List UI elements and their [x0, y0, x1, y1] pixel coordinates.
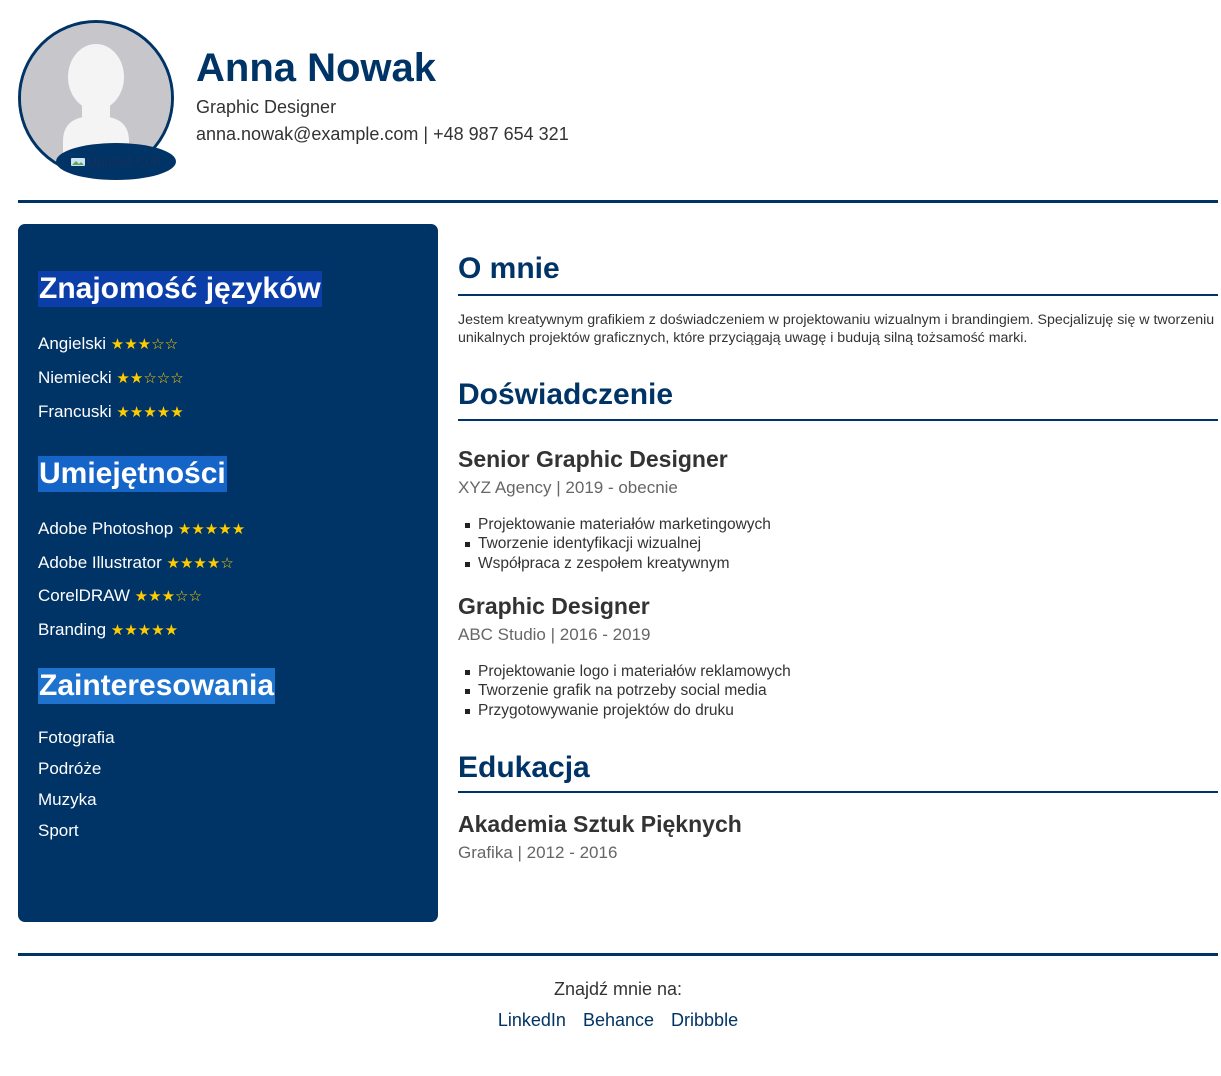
interests-heading: Zainteresowania [38, 668, 276, 704]
candidate-name: Anna Nowak [196, 46, 437, 90]
section-divider [458, 791, 1218, 793]
languages-heading: Znajomość języków [38, 271, 322, 307]
rating-stars: ★★★★★ [177, 521, 246, 538]
skill-item: CorelDRAW ★★★☆☆ [38, 586, 202, 605]
about-text: Jestem kreatywnym grafikiem z doświadcze… [458, 312, 1215, 346]
candidate-title: Graphic Designer [196, 97, 337, 117]
list-item: Tworzenie grafik na potrzeby social medi… [458, 681, 791, 700]
rating-stars: ★★★★★ [116, 404, 184, 421]
section-divider [458, 419, 1218, 421]
rating-stars: ★★★☆☆ [110, 336, 179, 353]
upload-icon [71, 158, 86, 167]
job-meta: XYZ Agency | 2019 - obecnie [458, 478, 678, 497]
list-item: Przygotowywanie projektów do druku [458, 701, 791, 720]
skill-item: Branding ★★★★★ [38, 620, 179, 639]
upload-label: Upload icon [87, 153, 161, 169]
interest-item: Podróże [38, 759, 102, 778]
job-title: Senior Graphic Designer [458, 446, 728, 472]
rating-stars: ★★★☆☆ [134, 588, 202, 605]
list-item: Współpraca z zespołem kreatywnym [458, 554, 771, 573]
social-links: LinkedIn Behance Dribbble [18, 1009, 1218, 1031]
job-meta: ABC Studio | 2016 - 2019 [458, 625, 651, 644]
experience-heading: Doświadczenie [458, 378, 674, 411]
job-duties-list: Projektowanie materiałów marketingowych … [458, 515, 771, 573]
footer-divider [18, 953, 1218, 956]
rating-stars: ★★☆☆☆ [116, 370, 184, 387]
list-item: Projektowanie materiałów marketingowych [458, 515, 771, 534]
interest-item: Sport [38, 821, 79, 840]
section-divider [458, 294, 1218, 296]
dribbble-link[interactable]: Dribbble [671, 1010, 738, 1030]
language-item: Niemiecki ★★☆☆☆ [38, 368, 184, 387]
skill-item: Adobe Photoshop ★★★★★ [38, 519, 246, 538]
find-me-label: Znajdź mnie na: [553, 979, 683, 999]
interest-item: Muzyka [38, 790, 97, 809]
skill-item: Adobe Illustrator ★★★★☆ [38, 553, 234, 572]
upload-photo-button[interactable]: Upload icon [56, 143, 176, 180]
education-meta: Grafika | 2012 - 2016 [458, 843, 618, 862]
education-heading: Edukacja [458, 751, 590, 784]
skills-heading: Umiejętności [38, 456, 227, 492]
list-item: Tworzenie identyfikacji wizualnej [458, 534, 771, 553]
language-item: Francuski ★★★★★ [38, 402, 184, 421]
contact-info: anna.nowak@example.com | +48 987 654 321 [196, 124, 569, 144]
interest-item: Fotografia [38, 728, 115, 747]
language-item: Angielski ★★★☆☆ [38, 334, 179, 353]
behance-link[interactable]: Behance [583, 1010, 654, 1030]
header-divider [18, 200, 1218, 203]
about-heading: O mnie [458, 252, 560, 285]
rating-stars: ★★★★★ [110, 622, 179, 639]
sidebar: Znajomość języków Angielski ★★★☆☆ Niemie… [18, 224, 438, 922]
rating-stars: ★★★★☆ [166, 555, 234, 572]
list-item: Projektowanie logo i materiałów reklamow… [458, 662, 791, 681]
linkedin-link[interactable]: LinkedIn [498, 1010, 566, 1030]
job-duties-list: Projektowanie logo i materiałów reklamow… [458, 662, 791, 720]
school-name: Akademia Sztuk Pięknych [458, 811, 742, 837]
job-title: Graphic Designer [458, 593, 650, 619]
